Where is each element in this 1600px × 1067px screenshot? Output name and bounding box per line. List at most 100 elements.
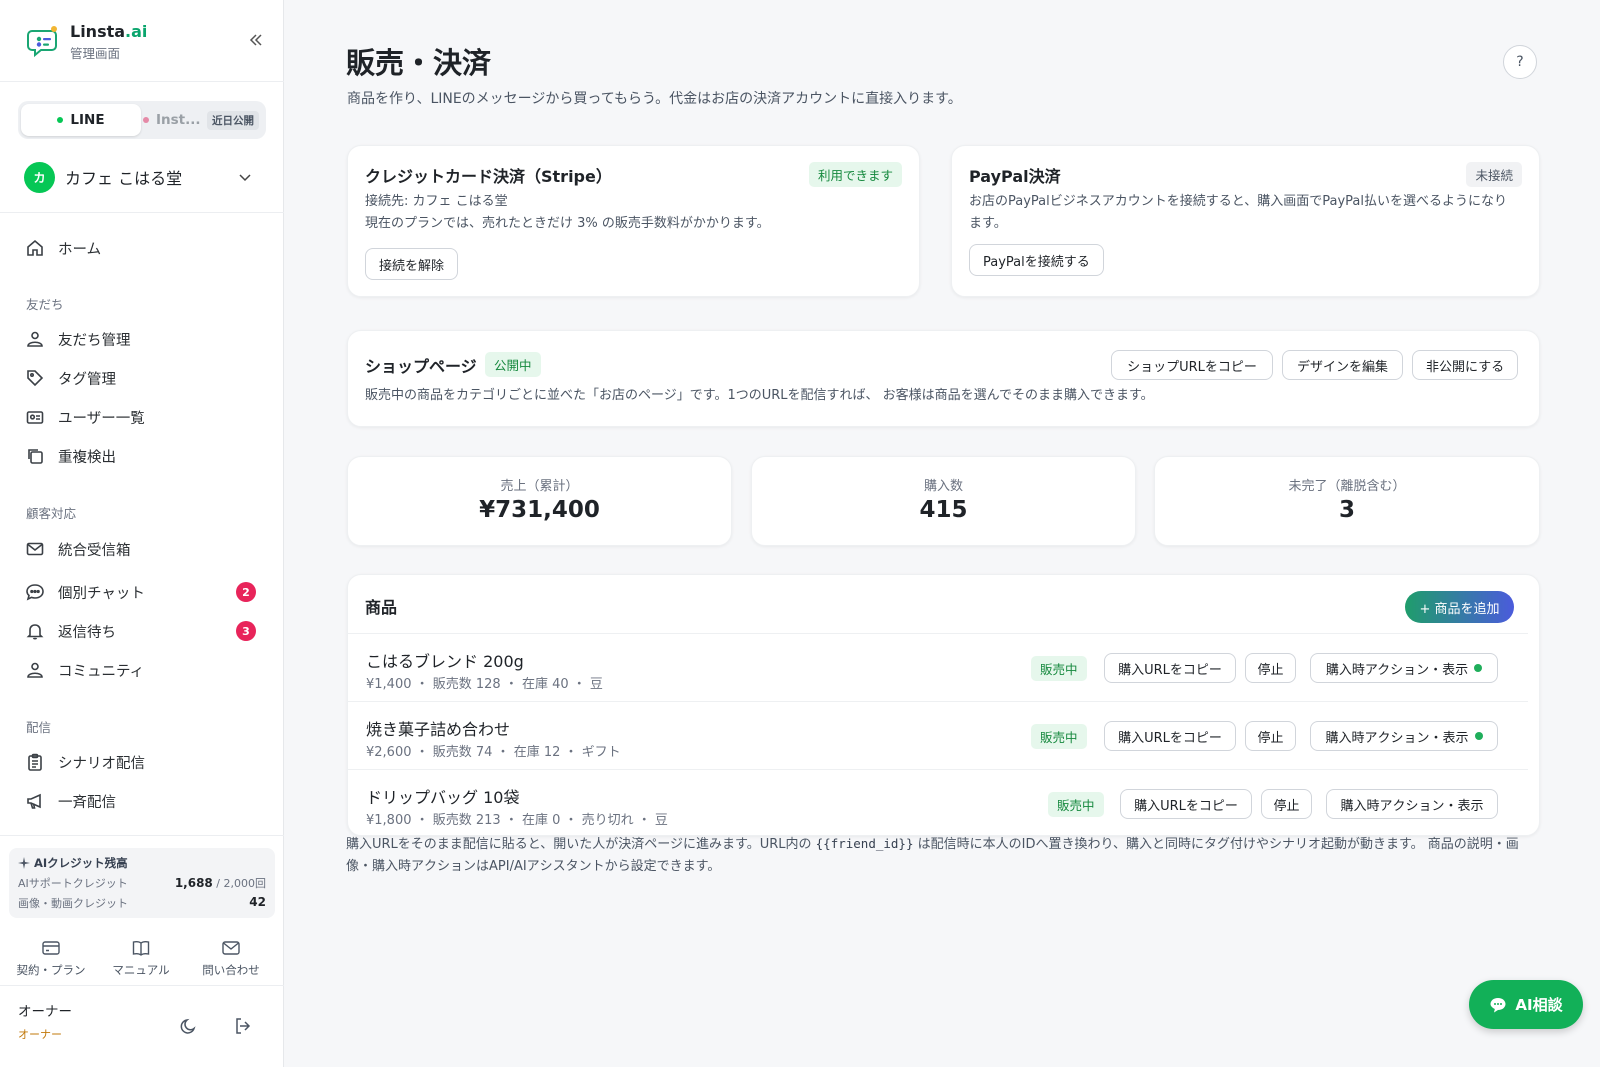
collapse-sidebar-button[interactable] [242, 26, 270, 54]
plan-link-label: 契約・プラン [16, 963, 86, 977]
unpublish-button[interactable]: 非公開にする [1412, 350, 1518, 380]
shop-title: ショップページ [365, 357, 477, 376]
sidebar-item-home[interactable]: ホーム [24, 233, 260, 263]
purchase-action-button[interactable]: 購入時アクション・表示 [1310, 721, 1498, 751]
sidebar-item-label: ユーザー一覧 [58, 410, 145, 427]
account-selector[interactable]: カ カフェ こはる堂 [24, 160, 260, 194]
copy-shop-url-button[interactable]: ショップURLをコピー [1111, 350, 1273, 380]
sidebar-item-pending[interactable]: 返信待ち 3 [24, 616, 260, 646]
sparkle-icon [18, 857, 30, 869]
sidebar-item-community[interactable]: コミュニティ [24, 655, 260, 685]
plan-link[interactable]: 契約・プラン [9, 940, 93, 978]
purchase-action-button[interactable]: 購入時アクション・表示 [1310, 653, 1498, 683]
home-icon [24, 237, 46, 259]
chevron-down-icon [239, 174, 251, 182]
sidebar-item-users[interactable]: ユーザー一覧 [24, 402, 260, 432]
manual-link[interactable]: マニュアル [99, 940, 183, 978]
add-product-button[interactable]: + 商品を追加 [1405, 591, 1514, 623]
footnote-text: 購入URLをそのまま配信に貼ると、開いた人が決済ページに進みます。URL内の [346, 837, 816, 852]
line-status-dot [57, 117, 64, 123]
action-configured-dot [1474, 732, 1483, 740]
product-status-badge: 販売中 [1048, 792, 1104, 817]
product-status-badge: 販売中 [1031, 724, 1087, 749]
stop-sale-button[interactable]: 停止 [1245, 653, 1296, 683]
support-credit-value: 1,688 [174, 876, 213, 890]
ai-consult-label: AI相談 [1515, 996, 1563, 1014]
sidebar-item-inbox[interactable]: 統合受信箱 [24, 534, 260, 564]
product-meta: ¥1,800 ・ 販売数 213 ・ 在庫 0 ・ 売り切れ ・ 豆 [366, 813, 668, 828]
manual-link-label: マニュアル [112, 963, 170, 977]
page-subtitle: 商品を作り、LINEのメッセージから買ってもらう。代金はお店の決済アカウントに直… [347, 91, 962, 107]
bell-icon [24, 620, 46, 642]
section-support-heading: 顧客対応 [26, 506, 77, 521]
channel-switch: LINE Inst... 近日公開 [18, 101, 266, 139]
tag-icon [24, 367, 46, 389]
edit-design-button[interactable]: デザインを編集 [1282, 350, 1403, 380]
sidebar-item-broadcast[interactable]: 一斉配信 [24, 786, 260, 816]
mail-icon [222, 941, 240, 955]
sidebar-item-duplicates[interactable]: 重複検出 [24, 441, 260, 471]
chat-bubble-icon [1490, 997, 1506, 1012]
stat-label: 購入数 [923, 479, 963, 494]
copy-purchase-url-button[interactable]: 購入URLをコピー [1120, 789, 1252, 819]
contact-link-label: 問い合わせ [202, 963, 260, 977]
sidebar-item-scenario[interactable]: シナリオ配信 [24, 747, 260, 777]
ai-consult-button[interactable]: AI相談 [1469, 980, 1583, 1029]
connect-paypal-button[interactable]: PayPalを接続する [969, 244, 1104, 276]
sidebar-item-label: 統合受信箱 [58, 542, 131, 559]
stop-sale-button[interactable]: 停止 [1261, 789, 1312, 819]
media-credit-value: 42 [249, 895, 266, 909]
copy-purchase-url-button[interactable]: 購入URLをコピー [1104, 721, 1236, 751]
sidebar-item-label: 返信待ち [58, 624, 116, 641]
dark-mode-button[interactable] [177, 1014, 201, 1038]
pending-count-badge: 3 [236, 621, 256, 641]
products-card: 商品 + 商品を追加 こはるブレンド 200g ¥1,400 ・ 販売数 128… [347, 574, 1540, 836]
friend-id-placeholder: {{friend_id}} [815, 836, 914, 851]
stripe-fee-note: 現在のプランでは、売れたときだけ 3% の販売手数料がかかります。 [365, 216, 770, 231]
disconnect-stripe-button[interactable]: 接続を解除 [365, 248, 459, 280]
book-icon [132, 941, 150, 956]
purchase-action-label: 購入時アクション・表示 [1325, 730, 1469, 746]
product-row: 焼き菓子詰め合わせ ¥2,600 ・ 販売数 74 ・ 在庫 12 ・ ギフト … [348, 701, 1528, 768]
product-meta: ¥1,400 ・ 販売数 128 ・ 在庫 40 ・ 豆 [366, 677, 603, 692]
stop-sale-button[interactable]: 停止 [1245, 721, 1296, 751]
sidebar: Linsta.ai 管理画面 LINE Inst... 近日公開 カ カフェ こ… [0, 0, 284, 1067]
support-credit-total: / 2,000回 [212, 877, 266, 890]
sidebar-item-label: タグ管理 [58, 371, 116, 388]
brand-name: Linsta.ai [70, 22, 148, 41]
users-icon [24, 328, 46, 350]
brand-subtitle: 管理画面 [70, 46, 121, 61]
credits-title: AIクレジット残高 [34, 856, 128, 870]
product-row: ドリップバッグ 10袋 ¥1,800 ・ 販売数 213 ・ 在庫 0 ・ 売り… [348, 769, 1528, 835]
stripe-connected-to: 接続先: カフェ こはる堂 [365, 194, 508, 209]
brand[interactable]: Linsta.ai 管理画面 [26, 20, 147, 64]
user-info: オーナー オーナー [18, 1000, 72, 1042]
moon-icon [180, 1018, 196, 1034]
sidebar-item-friends[interactable]: 友だち管理 [24, 324, 260, 354]
chevrons-left-icon [249, 34, 262, 46]
product-name: こはるブレンド 200g [366, 652, 524, 671]
copy-purchase-url-button[interactable]: 購入URLをコピー [1104, 653, 1236, 683]
logout-icon [236, 1018, 251, 1034]
sidebar-item-label: 重複検出 [58, 449, 116, 466]
sidebar-item-tags[interactable]: タグ管理 [24, 363, 260, 393]
stat-value: 415 [919, 497, 968, 523]
sidebar-item-label: 一斉配信 [58, 794, 116, 811]
contact-link[interactable]: 問い合わせ [189, 940, 273, 978]
linsta-logo-icon [26, 25, 60, 59]
sidebar-item-chat[interactable]: 個別チャット 2 [24, 577, 260, 607]
stripe-title: クレジットカード決済（Stripe） [365, 167, 612, 186]
channel-tab-line[interactable]: LINE [21, 104, 141, 136]
purchase-action-button[interactable]: 購入時アクション・表示 [1326, 789, 1498, 819]
products-header: 商品 [365, 598, 398, 617]
help-button[interactable]: ? [1503, 45, 1537, 79]
channel-tab-instagram[interactable]: Inst... [143, 104, 201, 136]
community-icon [24, 659, 46, 681]
chat-bubble-icon [24, 581, 46, 603]
main-content: 販売・決済 商品を作り、LINEのメッセージから買ってもらう。代金はお店の決済ア… [285, 0, 1600, 1067]
divider [0, 835, 284, 836]
logout-button[interactable] [231, 1014, 255, 1038]
shop-page-card: ショップページ 公開中 ショップURLをコピー デザインを編集 非公開にする 販… [347, 330, 1540, 427]
clipboard-list-icon [24, 751, 46, 773]
stat-value: ¥731,400 [479, 497, 600, 523]
